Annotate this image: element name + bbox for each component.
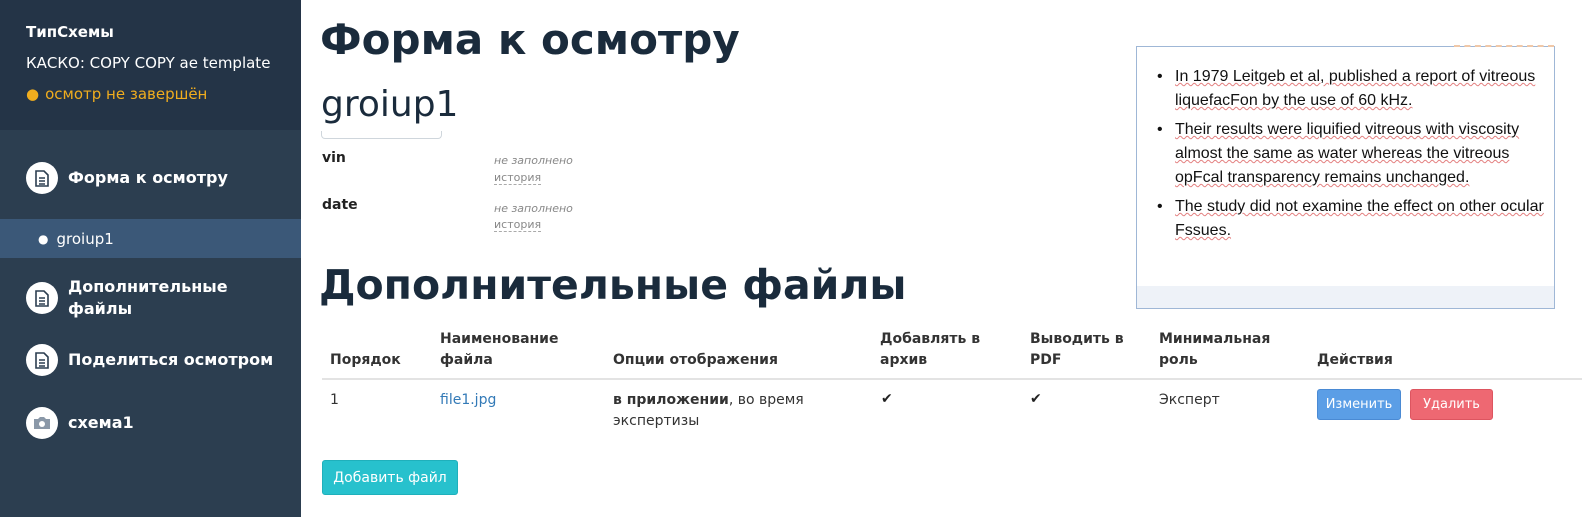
sidebar-header: ТипСхемы КАСКО: COPY COPY ae template ● о… [0,0,301,130]
list-item: Their results were liquified vitreous wi… [1157,118,1549,190]
history-link-vin[interactable]: история [494,171,542,185]
column-header-add-to-archive: Добавлять в архив [880,331,981,368]
option-bold-text: в приложении [613,392,729,408]
sidebar-item-label: Дополнительные файлы [68,277,228,318]
bullet-list: In 1979 Leitgeb et al, published a repor… [1157,65,1549,248]
sidebar-item-schema[interactable]: схема1 [0,407,301,439]
sidebar-sub-item-group[interactable]: ● groiup1 [0,219,301,258]
field-value-vin: не заполнено [494,154,573,167]
list-item: The study did not examine the effect on … [1157,195,1549,243]
camera-icon [26,407,58,439]
bullet-text: In 1979 Leitgeb et al, published a repor… [1175,68,1536,109]
page-title: Форма к осмотру [320,15,740,64]
panel-top-dash [1454,45,1554,47]
document-icon [26,344,58,376]
sidebar-item-share[interactable]: Поделиться осмотром [0,344,301,376]
sidebar-item-inspection-form[interactable]: Форма к осмотру [0,162,301,194]
field-value-date: не заполнено [494,202,573,215]
sidebar-item-label: Форма к осмотру [68,168,228,187]
add-file-button[interactable]: Добавить файл [322,460,458,495]
status-badge: ● осмотр не завершён [26,84,301,104]
status-text: осмотр не завершён [45,85,208,103]
file-link[interactable]: file1.jpg [440,390,496,411]
document-icon [26,162,58,194]
field-label-date: date [322,197,358,213]
sidebar-item-label: Поделиться осмотром [68,350,274,369]
checkmark-icon: ✔ [1030,391,1042,407]
delete-button[interactable]: Удалить [1410,389,1493,420]
image-preview-panel: In 1979 Leitgeb et al, published a repor… [1136,45,1555,309]
list-item: In 1979 Leitgeb et al, published a repor… [1157,65,1549,113]
sidebar-item-additional-files[interactable]: Дополнительные файлы [0,276,301,320]
cell-order: 1 [330,392,339,408]
template-name: КАСКО: COPY COPY ae template [26,54,271,72]
status-dot-icon: ● [26,85,40,103]
sidebar: ТипСхемы КАСКО: COPY COPY ae template ● о… [0,0,301,517]
checkmark-icon: ✔ [881,391,893,407]
document-icon [26,282,58,314]
column-header-file-name: Наименование файла [440,331,559,368]
group-title-underline [321,131,442,139]
sidebar-item-label: схема1 [68,413,134,432]
column-header-order: Порядок [330,352,401,368]
bullet-text: Their results were liquified vitreous wi… [1175,121,1520,186]
field-label-vin: vin [322,150,346,166]
bullet-text: The study did not examine the effect on … [1175,198,1544,239]
schema-type: ТипСхемы [26,23,114,41]
column-header-output-pdf: Выводить в PDF [1030,331,1124,368]
panel-footer [1137,286,1554,308]
history-link-date[interactable]: история [494,218,542,232]
column-header-min-role: Минимальная роль [1159,331,1271,368]
cell-display-options: в приложении, во время экспертизы [613,390,833,432]
sidebar-sub-item-label: groiup1 [56,229,114,248]
cell-min-role: Эксперт [1159,392,1220,408]
column-header-display-options: Опции отображения [613,352,778,368]
column-header-actions: Действия [1317,352,1393,368]
table-header-divider [322,378,1582,380]
bullet-icon: ● [38,231,49,246]
edit-button[interactable]: Изменить [1317,389,1401,420]
files-section-title: Дополнительные файлы [319,261,907,309]
group-title: groiup1 [321,84,459,125]
